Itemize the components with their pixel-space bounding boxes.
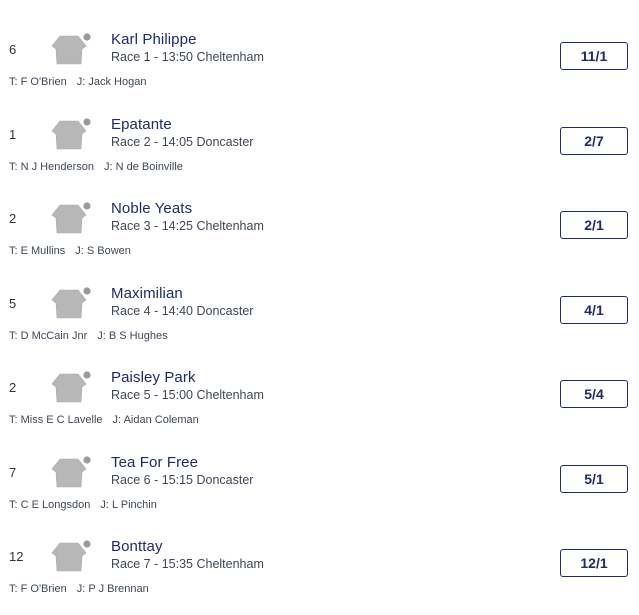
trainer-name: E Mullins (20, 245, 66, 257)
race-info: Race 5 - 15:00 Cheltenham (111, 388, 264, 402)
jockey-label: J: (100, 499, 109, 511)
trainer-label: T: (9, 76, 18, 88)
jockey-label: J: (75, 245, 84, 257)
jockey-label: J: (104, 161, 113, 173)
runner-row: 2 Paisley Park Race 5 - 15:00 Cheltenham… (0, 362, 639, 446)
race-info: Race 3 - 14:25 Cheltenham (111, 219, 264, 233)
jockey-name: S Bowen (86, 245, 131, 257)
jockey-label: J: (97, 330, 106, 342)
odds-button[interactable]: 12/1 (560, 549, 628, 577)
odds-button[interactable]: 2/7 (560, 127, 628, 155)
trainer-name: C E Longsdon (20, 499, 91, 511)
jockey-silk-icon (51, 202, 91, 234)
race-info: Race 6 - 15:15 Doncaster (111, 473, 254, 487)
trainer-name: F O'Brien (20, 76, 67, 88)
trainer-label: T: (9, 499, 18, 511)
race-info: Race 1 - 13:50 Cheltenham (111, 50, 264, 64)
jockey-silk-icon (51, 118, 91, 150)
odds-button[interactable]: 5/1 (560, 465, 628, 493)
jockey-silk-icon (51, 540, 91, 572)
jockey-silk-icon (51, 371, 91, 403)
horse-name: Maximilian (111, 285, 183, 302)
runner-number: 2 (9, 211, 17, 226)
runner-row: 5 Maximilian Race 4 - 14:40 Doncaster T:… (0, 278, 639, 362)
odds-button[interactable]: 2/1 (560, 211, 628, 239)
jockey-label: J: (76, 583, 86, 595)
trainer-label: T: (9, 583, 18, 595)
jockey-silk-icon (51, 33, 91, 65)
connections: T: Miss E C Lavelle J: Aidan Coleman (9, 414, 199, 426)
horse-name: Tea For Free (111, 454, 199, 471)
connections: T: F O'Brien J: Jack Hogan (9, 76, 146, 88)
connections: T: E Mullins J: S Bowen (9, 245, 131, 257)
race-info: Race 4 - 14:40 Doncaster (111, 304, 254, 318)
runner-row: 2 Noble Yeats Race 3 - 14:25 Cheltenham … (0, 193, 639, 277)
runner-number: 12 (9, 549, 24, 564)
runner-row: 1 Epatante Race 2 - 14:05 Doncaster T: N… (0, 109, 639, 193)
trainer-name: Miss E C Lavelle (20, 414, 103, 426)
trainer-label: T: (9, 245, 18, 257)
jockey-label: J: (76, 76, 86, 88)
horse-name: Epatante (111, 116, 172, 133)
odds-button[interactable]: 11/1 (560, 42, 628, 70)
jockey-name: P J Brennan (88, 583, 149, 595)
odds-button[interactable]: 5/4 (560, 380, 628, 408)
jockey-name: L Pinchin (111, 499, 157, 511)
runner-number: 6 (9, 42, 17, 57)
connections: T: D McCain Jnr J: B S Hughes (9, 330, 168, 342)
connections: T: F O'Brien J: P J Brennan (9, 583, 149, 595)
horse-name: Noble Yeats (111, 200, 193, 217)
runner-row: 12 Bonttay Race 7 - 15:35 Cheltenham T: … (0, 531, 639, 615)
odds-button[interactable]: 4/1 (560, 296, 628, 324)
jockey-name: B S Hughes (108, 330, 168, 342)
race-info: Race 2 - 14:05 Doncaster (111, 135, 254, 149)
runner-number: 5 (9, 296, 17, 311)
trainer-label: T: (9, 414, 18, 426)
runner-row: 7 Tea For Free Race 6 - 15:15 Doncaster … (0, 447, 639, 531)
trainer-name: F O'Brien (20, 583, 67, 595)
jockey-silk-icon (51, 287, 91, 319)
trainer-label: T: (9, 330, 18, 342)
runner-row: 6 Karl Philippe Race 1 - 13:50 Cheltenha… (0, 24, 639, 108)
runner-number: 7 (9, 465, 17, 480)
runner-number: 2 (9, 380, 17, 395)
jockey-name: Jack Hogan (88, 76, 147, 88)
trainer-name: D McCain Jnr (20, 330, 88, 342)
horse-name: Karl Philippe (111, 31, 197, 48)
connections: T: C E Longsdon J: L Pinchin (9, 499, 157, 511)
horse-name: Bonttay (111, 538, 163, 555)
trainer-label: T: (9, 161, 18, 173)
jockey-name: Aidan Coleman (123, 414, 199, 426)
race-info: Race 7 - 15:35 Cheltenham (111, 557, 264, 571)
runner-number: 1 (9, 127, 17, 142)
horse-name: Paisley Park (111, 369, 196, 386)
jockey-name: N de Boinville (115, 161, 183, 173)
jockey-label: J: (112, 414, 122, 426)
trainer-name: N J Henderson (20, 161, 94, 173)
jockey-silk-icon (51, 456, 91, 488)
connections: T: N J Henderson J: N de Boinville (9, 161, 183, 173)
